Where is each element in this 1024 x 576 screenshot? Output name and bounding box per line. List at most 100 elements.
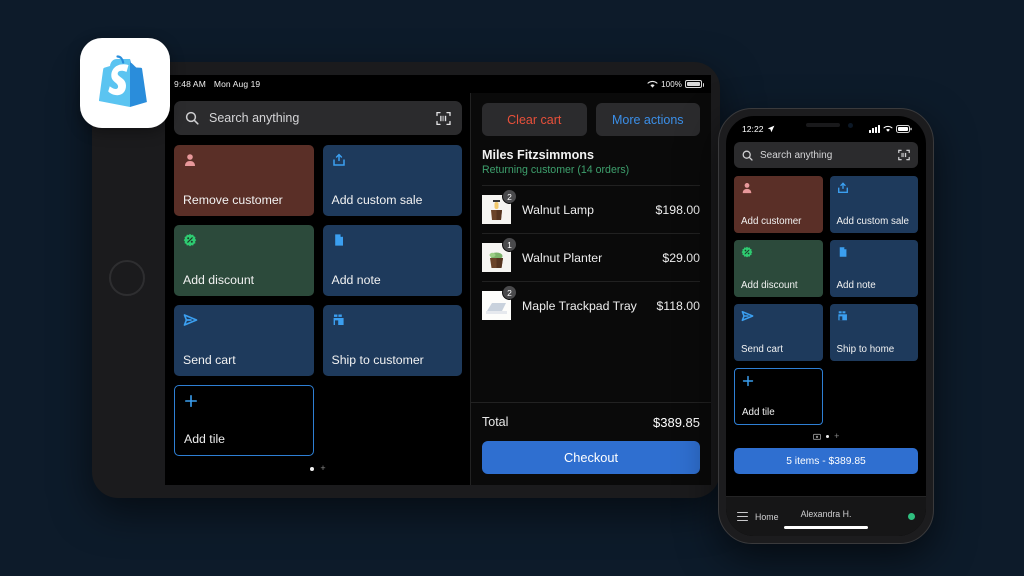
more-actions-button[interactable]: More actions [595, 103, 700, 136]
tile-add-discount[interactable]: Add discount [734, 240, 823, 297]
phone-status-bar: 12:22 [726, 116, 926, 138]
search-input[interactable]: Search anything [734, 142, 918, 168]
cart-line-items: 2 Walnut Lamp $198.00 1 Walnut Planter $ [471, 185, 711, 402]
barcode-scan-icon[interactable] [436, 111, 451, 126]
tile-add-custom-sale[interactable]: Add custom sale [322, 145, 462, 216]
phone-screen: 12:22 Search anything Add customer Add c… [726, 116, 926, 536]
person-add-icon [741, 182, 754, 195]
item-price: $29.00 [662, 250, 700, 265]
add-tile-label: Add tile [184, 432, 226, 447]
tile-add-note[interactable]: Add note [322, 225, 462, 296]
tile-add-custom-sale[interactable]: Add custom sale [829, 176, 918, 233]
add-tile-button[interactable]: Add tile [174, 385, 314, 456]
plus-icon [742, 375, 755, 388]
tile-label: Add note [836, 280, 876, 291]
tray-upload-plus-icon [332, 153, 348, 169]
search-icon [185, 111, 199, 125]
status-badge [908, 513, 915, 520]
tile-ship-to-home[interactable]: Ship to home [829, 304, 918, 361]
walnut-planter-thumbnail: 1 [482, 237, 517, 272]
hamburger-menu-icon[interactable] [737, 511, 748, 522]
tile-remove-customer[interactable]: Remove customer [174, 145, 314, 216]
page-dot-active[interactable] [825, 434, 830, 439]
tablet-cart-pane: Clear cart More actions Miles Fitzsimmon… [470, 93, 711, 485]
item-name: Walnut Planter [522, 250, 603, 265]
tablet-screen: 9:48 AM Mon Aug 19 100% Search anything … [165, 75, 711, 485]
search-input[interactable]: Search anything [174, 101, 462, 135]
plus-icon [184, 394, 200, 410]
tile-send-cart[interactable]: Send cart [174, 305, 314, 376]
shopify-logo [99, 55, 147, 107]
tablet-home-button[interactable] [109, 260, 145, 296]
tile-label: Ship to customer [331, 353, 424, 368]
add-tile-label: Add tile [742, 407, 775, 418]
battery-full-icon [896, 124, 912, 133]
table-row[interactable]: 2 Walnut Lamp $198.00 [482, 185, 700, 233]
item-name: Walnut Lamp [522, 202, 594, 217]
storefront-icon [332, 313, 348, 329]
tile-label: Add note [331, 273, 381, 288]
tablet-tiles-pane: Search anything Remove customer Add cust… [165, 93, 470, 485]
add-page-icon[interactable]: + [834, 432, 839, 441]
tablet-page-dots[interactable]: + [174, 464, 462, 473]
barcode-scan-icon[interactable] [898, 149, 910, 161]
tile-label: Add discount [183, 273, 255, 288]
cart-totals: Total $389.85 Checkout [471, 402, 711, 485]
screenshot-stage: 9:48 AM Mon Aug 19 100% Search anything … [0, 0, 1024, 576]
send-paper-plane-icon [183, 313, 199, 329]
tile-send-cart[interactable]: Send cart [734, 304, 823, 361]
phone-page-dots[interactable]: + [734, 432, 918, 441]
total-label: Total [482, 415, 509, 429]
home-indicator[interactable] [784, 525, 868, 529]
tablet-device: 9:48 AM Mon Aug 19 100% Search anything … [92, 62, 720, 498]
search-placeholder: Search anything [209, 111, 300, 125]
location-arrow-icon [767, 125, 775, 133]
tray-upload-plus-icon [837, 182, 850, 195]
camera-icon[interactable] [812, 433, 821, 440]
tile-add-customer[interactable]: Add customer [734, 176, 823, 233]
customer-status: Returning customer (14 orders) [482, 164, 630, 176]
phone-device: 12:22 Search anything Add customer Add c… [718, 108, 934, 544]
item-price: $118.00 [656, 298, 700, 313]
footer-home-label[interactable]: Home [755, 512, 778, 522]
tile-ship-to-customer[interactable]: Ship to customer [322, 305, 462, 376]
shopify-app-icon[interactable] [80, 38, 170, 128]
add-tile-button[interactable]: Add tile [734, 368, 823, 425]
search-placeholder: Search anything [760, 149, 833, 161]
table-row[interactable]: 1 Walnut Planter $29.00 [482, 233, 700, 281]
note-page-icon [837, 246, 850, 259]
customer-block[interactable]: Miles Fitzsimmons Returning customer (14… [471, 148, 711, 185]
checkout-button[interactable]: Checkout [482, 441, 700, 474]
storefront-icon [837, 310, 850, 323]
phone-footer: Home Alexandra H. [726, 496, 926, 536]
tablet-battery-percent: 100% [661, 79, 682, 89]
tile-label: Send cart [183, 353, 236, 368]
discount-percent-icon [741, 246, 754, 259]
tile-add-discount[interactable]: Add discount [174, 225, 314, 296]
phone-status-time: 12:22 [742, 123, 764, 134]
tablet-status-time: 9:48 AM [174, 79, 206, 89]
wifi-icon [883, 125, 893, 133]
tablet-tile-grid: Remove customer Add custom sale Add disc… [174, 145, 462, 456]
tile-add-note[interactable]: Add note [829, 240, 918, 297]
total-value: $389.85 [653, 415, 700, 430]
item-price: $198.00 [655, 202, 700, 217]
person-remove-icon [183, 153, 199, 169]
wifi-icon [647, 80, 658, 89]
clear-cart-button[interactable]: Clear cart [482, 103, 587, 136]
customer-name: Miles Fitzsimmons [482, 148, 594, 162]
walnut-lamp-thumbnail: 2 [482, 189, 517, 224]
tile-label: Add custom sale [331, 193, 423, 208]
tablet-status-date: Mon Aug 19 [213, 79, 261, 89]
item-name: Maple Trackpad Tray [522, 298, 637, 313]
tile-label: Send cart [741, 344, 783, 355]
phone-tiles-pane: Search anything Add customer Add custom … [726, 138, 926, 441]
send-paper-plane-icon [741, 310, 754, 323]
cart-action-buttons: Clear cart More actions [471, 93, 711, 148]
phone-cart-summary-button[interactable]: 5 items - $389.85 [734, 448, 918, 474]
page-dot-active[interactable] [310, 466, 315, 471]
item-quantity-badge: 2 [502, 189, 517, 204]
add-page-icon[interactable]: + [320, 464, 325, 473]
cellular-signal-icon [869, 125, 880, 133]
table-row[interactable]: 2 Maple Trackpad Tray $118.00 [482, 281, 700, 329]
